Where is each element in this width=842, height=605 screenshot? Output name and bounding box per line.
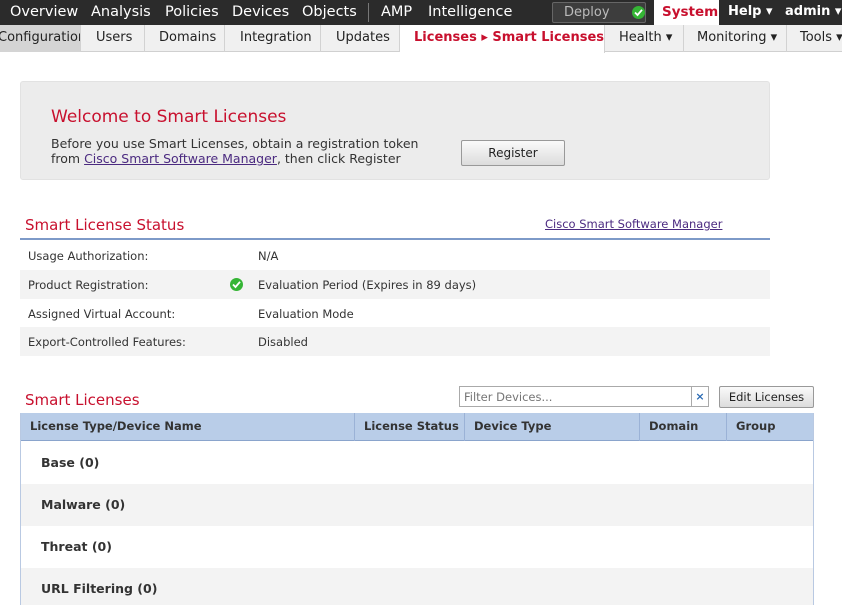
tab-health[interactable]: Health ▾ — [605, 25, 684, 52]
license-type-label: URL Filtering (0) — [41, 581, 158, 596]
license-type-label: Threat (0) — [41, 539, 112, 554]
column-header-group[interactable]: Group — [726, 413, 813, 441]
licenses-section-title: Smart Licenses — [25, 391, 140, 409]
status-label: Assigned Virtual Account: — [28, 307, 176, 321]
cssm-link[interactable]: Cisco Smart Software Manager — [545, 217, 722, 231]
status-value: Evaluation Mode — [258, 307, 354, 321]
welcome-instructions: Before you use Smart Licenses, obtain a … — [51, 136, 418, 166]
status-section-title: Smart License Status — [25, 216, 185, 234]
filter-devices-input[interactable] — [459, 386, 692, 407]
tab-users[interactable]: Users — [81, 25, 145, 52]
column-header-license-status[interactable]: License Status — [354, 413, 464, 441]
nav-analysis[interactable]: Analysis — [91, 0, 151, 25]
status-row-product-registration: Product Registration: Evaluation Period … — [20, 270, 770, 299]
status-row-virtual-account: Assigned Virtual Account: Evaluation Mod… — [20, 299, 770, 328]
tab-monitoring[interactable]: Monitoring ▾ — [684, 25, 787, 52]
tab-configuration[interactable]: Configuration — [0, 25, 81, 52]
status-label: Product Registration: — [28, 278, 149, 292]
top-navigation-bar: Overview Analysis Policies Devices Objec… — [0, 0, 842, 27]
table-row[interactable]: Base (0) — [21, 442, 813, 484]
status-label: Usage Authorization: — [28, 249, 149, 263]
welcome-line-1: Before you use Smart Licenses, obtain a … — [51, 136, 419, 151]
status-row-export-controlled: Export-Controlled Features: Disabled — [20, 327, 770, 356]
licenses-table: License Type/Device Name License Status … — [20, 413, 814, 605]
sub-navigation-bar: Configuration Users Domains Integration … — [0, 25, 842, 53]
edit-licenses-button[interactable]: Edit Licenses — [719, 386, 814, 408]
nav-overview[interactable]: Overview — [10, 0, 78, 25]
nav-intelligence[interactable]: Intelligence — [428, 0, 512, 25]
table-row[interactable]: Malware (0) — [21, 484, 813, 526]
tab-integration[interactable]: Integration — [225, 25, 321, 52]
license-type-label: Malware (0) — [41, 497, 126, 512]
tab-updates[interactable]: Updates — [321, 25, 400, 52]
table-row[interactable]: Threat (0) — [21, 526, 813, 568]
user-menu[interactable]: admin ▾ — [785, 0, 841, 25]
status-value: N/A — [258, 249, 279, 263]
welcome-line-2: from Cisco Smart Software Manager, then … — [51, 151, 418, 166]
status-value: Evaluation Period (Expires in 89 days) — [258, 278, 477, 292]
welcome-line-2-suffix: , then click Register — [276, 151, 401, 166]
tab-smart-licenses[interactable]: Licenses ▸ Smart Licenses — [400, 25, 605, 53]
table-row[interactable]: URL Filtering (0) — [21, 568, 813, 605]
table-header: License Type/Device Name License Status … — [21, 413, 813, 441]
register-button[interactable]: Register — [461, 140, 565, 166]
help-menu[interactable]: Help ▾ — [728, 0, 773, 25]
nav-system[interactable]: System — [654, 0, 719, 27]
tab-tools[interactable]: Tools ▾ — [787, 25, 842, 52]
check-circle-icon — [230, 278, 243, 291]
status-value: Disabled — [258, 335, 308, 349]
nav-separator — [368, 3, 369, 22]
status-divider — [20, 238, 770, 240]
status-row-usage-authorization: Usage Authorization: N/A — [20, 241, 770, 270]
welcome-title: Welcome to Smart Licenses — [51, 107, 287, 127]
status-label: Export-Controlled Features: — [28, 335, 186, 349]
tab-domains[interactable]: Domains — [145, 25, 225, 52]
welcome-line-2-prefix: from — [51, 151, 85, 166]
welcome-panel: Welcome to Smart Licenses Before you use… — [20, 81, 770, 180]
nav-objects[interactable]: Objects — [302, 0, 357, 25]
column-header-domain[interactable]: Domain — [639, 413, 726, 441]
clear-filter-icon[interactable]: × — [692, 386, 709, 407]
nav-devices[interactable]: Devices — [232, 0, 289, 25]
column-header-device-type[interactable]: Device Type — [464, 413, 639, 441]
nav-amp[interactable]: AMP — [381, 0, 412, 25]
column-header-license-type[interactable]: License Type/Device Name — [21, 413, 354, 441]
license-type-label: Base (0) — [41, 455, 100, 470]
health-ok-icon[interactable] — [632, 6, 645, 19]
nav-policies[interactable]: Policies — [165, 0, 219, 25]
cssm-inline-link[interactable]: Cisco Smart Software Manager — [84, 151, 277, 166]
